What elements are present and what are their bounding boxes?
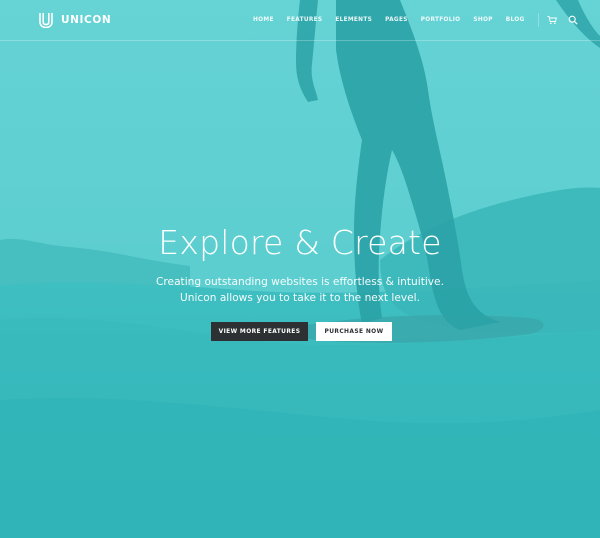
nav-item-portfolio[interactable]: PORTFOLIO — [421, 17, 461, 23]
site-header: UNICON HOME FEATURES ELEMENTS PAGES PORT… — [0, 0, 600, 41]
main-nav: HOME FEATURES ELEMENTS PAGES PORTFOLIO S… — [253, 13, 578, 27]
search-icon[interactable] — [568, 15, 578, 25]
hero-subtitle-line-1: Creating outstanding websites is effortl… — [156, 276, 444, 288]
nav-item-blog[interactable]: BLOG — [506, 17, 525, 23]
nav-item-features[interactable]: FEATURES — [287, 17, 323, 23]
purchase-now-button[interactable]: PURCHASE NOW — [316, 322, 392, 341]
hero-section: UNICON HOME FEATURES ELEMENTS PAGES PORT… — [0, 0, 600, 538]
nav-divider — [537, 13, 539, 27]
nav-item-elements[interactable]: ELEMENTS — [335, 17, 372, 23]
view-more-features-button[interactable]: VIEW MORE FEATURES — [211, 322, 308, 341]
u-logo-icon — [39, 13, 53, 28]
hero-subtitle: Creating outstanding websites is effortl… — [0, 274, 600, 306]
hero-subtitle-line-2: Unicon allows you to take it to the next… — [180, 292, 420, 304]
nav-item-shop[interactable]: SHOP — [473, 17, 492, 23]
hero-background-image — [0, 0, 600, 538]
hero-title: Explore & Create — [158, 223, 442, 262]
brand-name: UNICON — [61, 14, 112, 26]
nav-item-home[interactable]: HOME — [253, 17, 274, 23]
brand-logo-link[interactable]: UNICON — [38, 11, 111, 29]
cart-icon[interactable] — [547, 15, 557, 25]
nav-item-pages[interactable]: PAGES — [385, 17, 408, 23]
